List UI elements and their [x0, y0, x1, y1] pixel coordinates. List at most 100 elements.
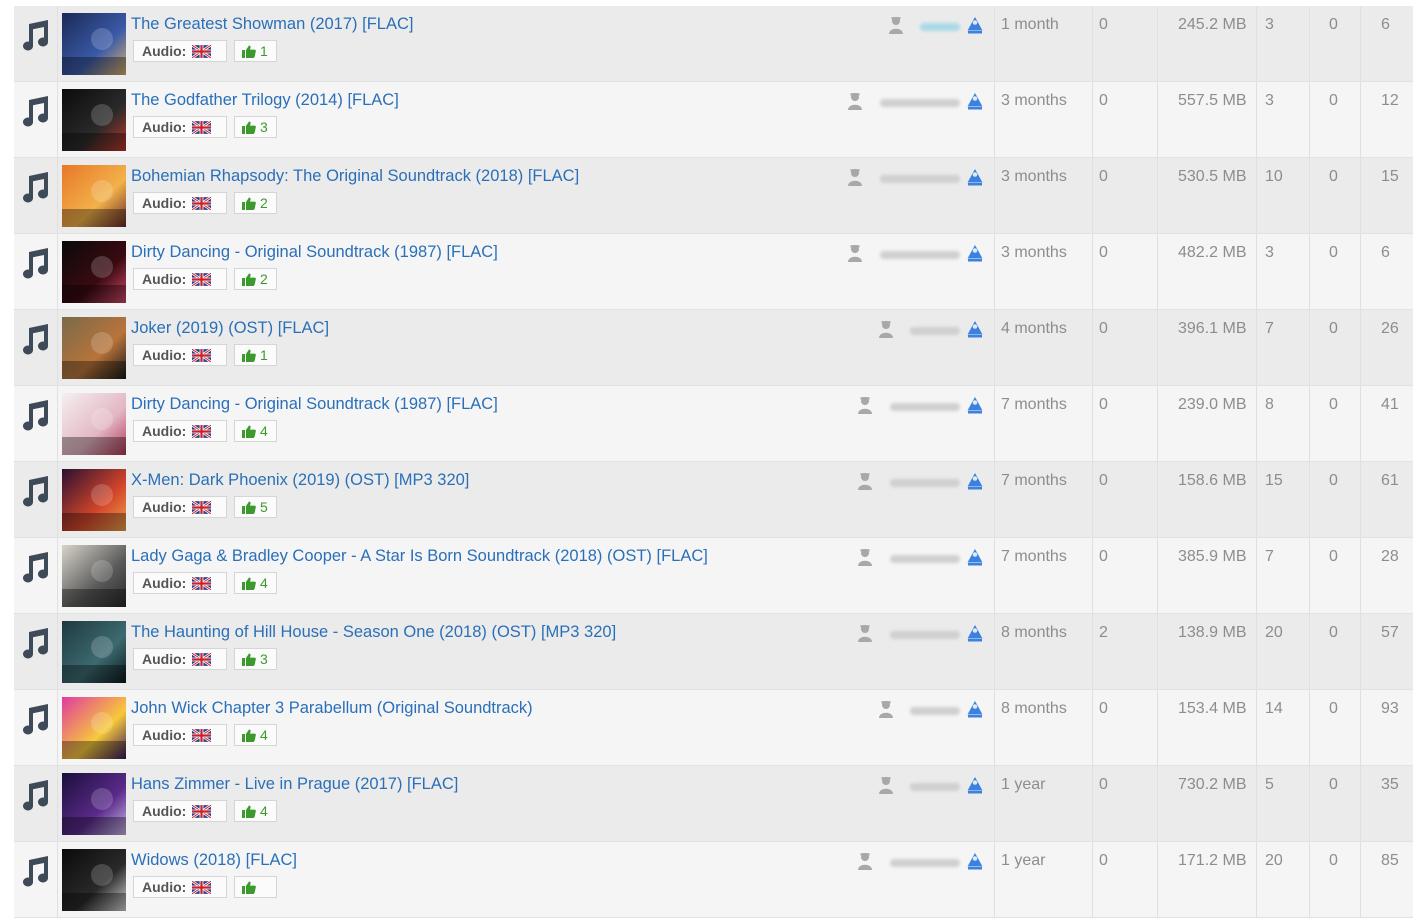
thumbs-up-icon [242, 729, 256, 742]
album-cover[interactable] [62, 13, 126, 75]
user-icon [858, 853, 872, 870]
comments-count-cell[interactable]: 0 [1092, 234, 1157, 309]
comments-count-cell[interactable]: 0 [1092, 6, 1157, 81]
category-cell[interactable] [14, 538, 58, 613]
music-note-icon [23, 172, 49, 203]
category-cell[interactable] [14, 462, 58, 537]
torrent-title-link[interactable]: X-Men: Dark Phoenix (2019) (OST) [MP3 32… [131, 471, 469, 490]
audio-language-badge: Audio: [133, 192, 227, 214]
comments-count-cell[interactable]: 0 [1092, 842, 1157, 917]
table-row: Bohemian Rhapsody: The Original Soundtra… [14, 158, 1413, 234]
thumbs-up-icon [242, 45, 256, 58]
uploader-rank-icon [967, 17, 983, 34]
comments-count-cell[interactable]: 0 [1092, 766, 1157, 841]
likes-badge[interactable]: 2 [234, 192, 277, 214]
user-icon [858, 473, 872, 490]
category-cell[interactable] [14, 614, 58, 689]
comments-count-cell[interactable]: 2 [1092, 614, 1157, 689]
category-cell[interactable] [14, 6, 58, 81]
album-cover[interactable] [62, 621, 126, 683]
album-cover[interactable] [62, 469, 126, 531]
album-cover[interactable] [62, 697, 126, 759]
comments-count-cell[interactable]: 0 [1092, 386, 1157, 461]
category-cell[interactable] [14, 310, 58, 385]
seeders-count-cell: 0 [1309, 614, 1360, 689]
comments-count-cell[interactable]: 0 [1092, 82, 1157, 157]
album-cover[interactable] [62, 89, 126, 151]
uploader-name-redacted[interactable] [880, 251, 960, 259]
likes-badge[interactable]: 4 [234, 800, 277, 822]
uploader-name-redacted[interactable] [910, 327, 960, 335]
torrent-title-link[interactable]: John Wick Chapter 3 Parabellum (Original… [131, 699, 533, 718]
uploader-name-redacted[interactable] [890, 403, 960, 411]
uploader-name-redacted[interactable] [910, 783, 960, 791]
uploader-name-redacted[interactable] [880, 175, 960, 183]
album-cover[interactable] [62, 165, 126, 227]
uploader-name-redacted[interactable] [920, 23, 960, 31]
torrent-title-link[interactable]: Widows (2018) [FLAC] [131, 851, 297, 870]
table-row: Widows (2018) [FLAC] Audio: 1 year 0 171… [14, 842, 1413, 918]
category-cell[interactable] [14, 690, 58, 765]
category-cell[interactable] [14, 842, 58, 917]
leechers-count-cell: 35 [1360, 766, 1413, 841]
snatched-count-cell: 7 [1256, 310, 1309, 385]
audio-label: Audio: [142, 727, 187, 743]
torrent-title-link[interactable]: Dirty Dancing - Original Soundtrack (198… [131, 243, 498, 262]
comments-count-cell[interactable]: 0 [1092, 462, 1157, 537]
likes-badge[interactable]: 3 [234, 116, 277, 138]
thumbs-up-icon [242, 121, 256, 134]
category-cell[interactable] [14, 158, 58, 233]
likes-badge[interactable]: 3 [234, 648, 277, 670]
category-cell[interactable] [14, 82, 58, 157]
snatched-count-cell: 8 [1256, 386, 1309, 461]
likes-badge[interactable]: 1 [234, 40, 277, 62]
category-cell[interactable] [14, 386, 58, 461]
likes-badge[interactable]: 4 [234, 572, 277, 594]
likes-badge[interactable] [234, 876, 277, 898]
leechers-count-cell: 57 [1360, 614, 1413, 689]
album-cover[interactable] [62, 545, 126, 607]
thumbs-up-icon [242, 653, 256, 666]
uk-flag-icon [192, 577, 211, 590]
torrent-title-link[interactable]: Lady Gaga & Bradley Cooper - A Star Is B… [131, 547, 708, 566]
uploader-name-redacted[interactable] [890, 555, 960, 563]
likes-badge[interactable]: 5 [234, 496, 277, 518]
comments-count-cell[interactable]: 0 [1092, 158, 1157, 233]
album-cover[interactable] [62, 773, 126, 835]
user-icon [848, 169, 862, 186]
likes-count: 3 [260, 119, 268, 135]
size-cell: 396.1 MB [1157, 310, 1256, 385]
likes-badge[interactable]: 4 [234, 420, 277, 442]
likes-count: 3 [260, 651, 268, 667]
uploader-name-redacted[interactable] [880, 99, 960, 107]
audio-language-badge: Audio: [133, 496, 227, 518]
album-cover[interactable] [62, 393, 126, 455]
comments-count-cell[interactable]: 0 [1092, 690, 1157, 765]
album-cover[interactable] [62, 317, 126, 379]
uploader-name-redacted[interactable] [890, 859, 960, 867]
torrent-title-link[interactable]: The Greatest Showman (2017) [FLAC] [131, 15, 413, 34]
uploader-name-redacted[interactable] [890, 479, 960, 487]
torrent-title-link[interactable]: The Godfather Trilogy (2014) [FLAC] [131, 91, 399, 110]
torrent-title-link[interactable]: The Haunting of Hill House - Season One … [131, 623, 616, 642]
audio-label: Audio: [142, 271, 187, 287]
torrent-title-link[interactable]: Dirty Dancing - Original Soundtrack (198… [131, 395, 498, 414]
thumbs-up-icon [242, 501, 256, 514]
torrent-title-link[interactable]: Hans Zimmer - Live in Prague (2017) [FLA… [131, 775, 458, 794]
leechers-count-cell: 15 [1360, 158, 1413, 233]
uploader-rank-icon [967, 701, 983, 718]
comments-count-cell[interactable]: 0 [1092, 310, 1157, 385]
likes-badge[interactable]: 1 [234, 344, 277, 366]
category-cell[interactable] [14, 234, 58, 309]
likes-badge[interactable]: 4 [234, 724, 277, 746]
album-cover[interactable] [62, 849, 126, 911]
uploader-name-redacted[interactable] [890, 631, 960, 639]
torrent-title-link[interactable]: Bohemian Rhapsody: The Original Soundtra… [131, 167, 579, 186]
category-cell[interactable] [14, 766, 58, 841]
album-cover[interactable] [62, 241, 126, 303]
torrent-title-link[interactable]: Joker (2019) (OST) [FLAC] [131, 319, 329, 338]
music-note-icon [23, 400, 49, 431]
comments-count-cell[interactable]: 0 [1092, 538, 1157, 613]
likes-badge[interactable]: 2 [234, 268, 277, 290]
uploader-name-redacted[interactable] [910, 707, 960, 715]
